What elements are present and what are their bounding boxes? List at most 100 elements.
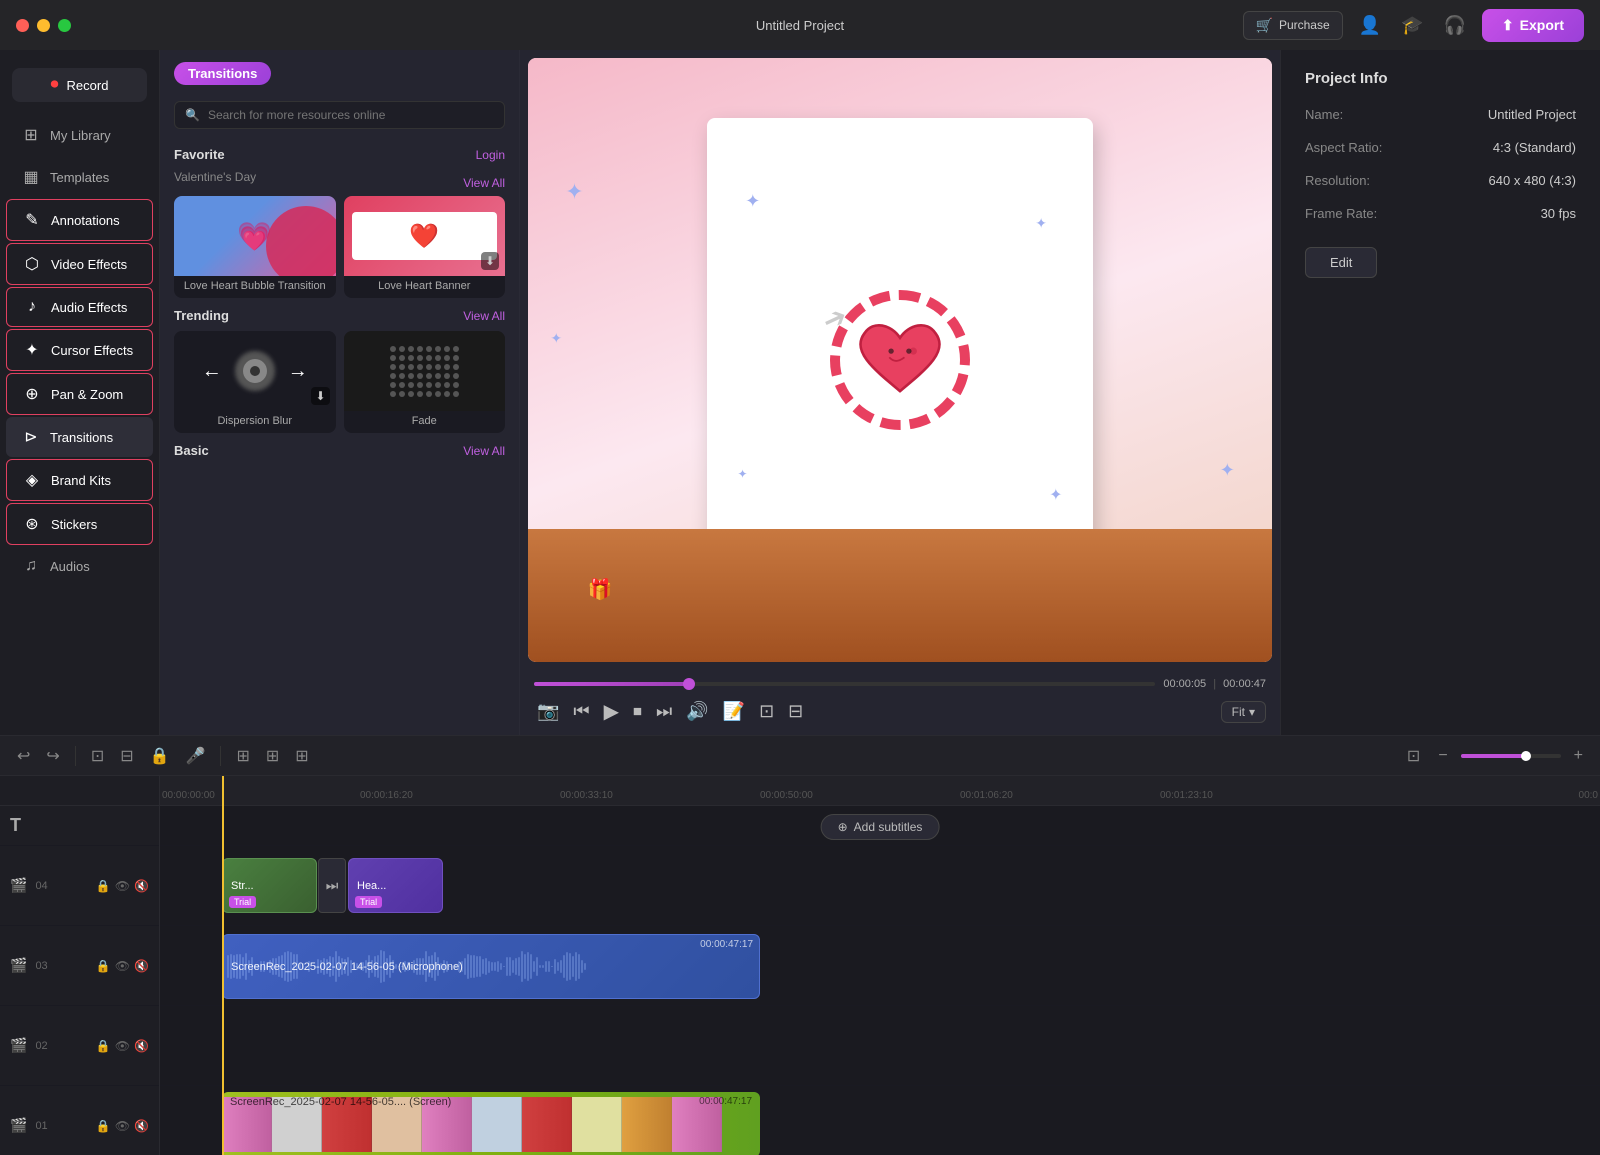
eye-icon-01[interactable]: 👁 [115,1119,130,1133]
fast-forward-button[interactable]: ⏭ [653,698,675,725]
split-button[interactable]: ⊟ [115,743,138,769]
fade-label: Fade [344,411,506,433]
search-bar[interactable]: 🔍 [174,101,505,129]
layout-button-2[interactable]: ⊟ [785,698,806,725]
play-button[interactable]: ▶ [601,696,622,727]
toolbar-divider-1 [75,746,76,766]
screenshot-button[interactable]: 📷 [534,698,562,725]
preview-controls: 00:00:05 | 00:00:47 📷 ⏮ ▶ ⏹ ⏭ 🔊 📝 ⊡ ⊟ Fi… [520,670,1280,735]
redo-button[interactable]: ↪ [41,743,64,769]
lock-icon-03[interactable]: 🔒 [96,959,111,973]
record-dot-icon: ⏺ [51,76,59,94]
cart-icon: 🛒 [1256,17,1273,34]
undo-button[interactable]: ↩ [12,743,35,769]
thumb-dispersion[interactable]: ← → [174,331,336,433]
sidebar-item-cursor-effects[interactable]: ✦ Cursor Effects [6,329,153,371]
mute-icon-03[interactable]: 🔇 [134,959,149,973]
lock-icon-02[interactable]: 🔒 [96,1039,111,1053]
thumb-fade[interactable]: Fade [344,331,506,433]
graduation-icon-button[interactable]: 🎓 [1397,11,1427,40]
eye-icon-03[interactable]: 👁 [115,959,130,973]
thumb-heart-banner[interactable]: ❤️ ⬇ Love Heart Banner [344,196,506,298]
mic-button[interactable]: 🎤 [181,743,211,769]
zoom-track[interactable] [1461,754,1561,758]
resolution-value: 640 x 480 (4:3) [1489,173,1576,188]
fit-selector[interactable]: Fit ▾ [1221,701,1266,723]
lock-button[interactable]: 🔒 [145,743,175,769]
progress-track[interactable] [534,682,1155,686]
panel-scroll: Favorite Login Valentine's Day View All … [160,137,519,735]
rewind-button[interactable]: ⏮ [570,698,592,725]
time-current: 00:00:05 [1163,678,1206,690]
zoom-thumb [1521,751,1531,761]
clip-audio-mic[interactable]: ScreenRec_2025-02-07 14-56-05 (Microphon… [222,934,760,999]
ruler-spacer [0,776,159,806]
search-input[interactable] [208,108,494,122]
stop-button[interactable]: ⏹ [630,698,645,725]
sidebar-item-transitions[interactable]: ⊳ Transitions [6,417,153,457]
trial-badge-2: Trial [355,896,382,908]
export-button[interactable]: ⬆ Export [1482,9,1584,42]
clip-screen[interactable]: ScreenRec_2025-02-07 14-56-05.... (Scree… [222,1092,760,1155]
heart-banner-label: Love Heart Banner [344,276,506,298]
track-01-num: 01 [35,1120,55,1132]
sidebar-item-video-effects[interactable]: ⬡ Video Effects [6,243,153,285]
zoom-fill [1461,754,1526,758]
sidebar-item-audios[interactable]: ♫ Audios [6,547,153,585]
eye-icon[interactable]: 👁 [115,879,130,893]
headset-icon-button[interactable]: 🎧 [1440,11,1470,40]
clip-stru-label: Str... [231,880,254,892]
trial-badge-1: Trial [229,896,256,908]
purchase-button[interactable]: 🛒 Purchase [1243,11,1343,40]
sidebar-item-audio-effects[interactable]: ♪ Audio Effects [6,287,153,327]
sidebar-item-label: Stickers [51,517,97,532]
zoom-out-button[interactable]: − [1433,744,1452,768]
edit-button[interactable]: Edit [1305,247,1377,278]
sidebar-item-my-library[interactable]: ⊞ My Library [6,115,153,155]
login-link[interactable]: Login [476,148,505,162]
sidebar-item-pan-zoom[interactable]: ⊕ Pan & Zoom [6,373,153,415]
mute-icon-02[interactable]: 🔇 [134,1039,149,1053]
close-traffic-btn[interactable] [16,19,29,32]
sidebar-item-stickers[interactable]: ⊛ Stickers [6,503,153,545]
sidebar-item-brand-kits[interactable]: ◈ Brand Kits [6,459,153,501]
track-tool-1[interactable]: ⊞ [231,743,254,769]
floor-items: 🎁 [588,577,613,602]
fullscreen-traffic-btn[interactable] [58,19,71,32]
trending-view-all[interactable]: View All [463,309,505,323]
lock-icon[interactable]: 🔒 [96,879,111,893]
name-label: Name: [1305,107,1343,122]
track-tool-2[interactable]: ⊞ [261,743,284,769]
clip-stru[interactable]: Str... Trial [222,858,317,913]
caption-button[interactable]: 📝 [720,698,748,725]
thumb-heart-bubble[interactable]: 💗 Love Heart Bubble Transition [174,196,336,298]
layout-button-1[interactable]: ⊡ [756,698,777,725]
record-button[interactable]: ⏺ Record [12,68,147,102]
transitions-icon: ⊳ [22,427,40,447]
lock-icon-01[interactable]: 🔒 [96,1119,111,1133]
add-subtitles-button[interactable]: ⊕ Add subtitles [821,814,940,840]
user-icon-button[interactable]: 👤 [1355,11,1385,40]
panel-header: Transitions [160,50,519,93]
track-tool-3[interactable]: ⊞ [290,743,313,769]
track-01-icon: 🎬 [10,1117,27,1134]
crop-button[interactable]: ⊡ [86,743,109,769]
sidebar-item-annotations[interactable]: ✎ Annotations [6,199,153,241]
export-label: Export [1520,17,1564,33]
mute-icon[interactable]: 🔇 [134,879,149,893]
clip-hea[interactable]: Hea... Trial [348,858,443,913]
valentines-view-all[interactable]: View All [463,176,505,190]
screen-clip-duration: 00:00:47:17 [699,1096,752,1107]
basic-view-all[interactable]: View All [463,444,505,458]
volume-button[interactable]: 🔊 [683,698,711,725]
text-track-icon: T [10,815,21,836]
add-subtitles-label: Add subtitles [854,820,923,834]
timeline-fit-button[interactable]: ⊡ [1402,743,1425,769]
playhead[interactable]: JC [222,776,224,1155]
track-labels: T 🎬 04 🔒 👁 🔇 🎬 03 🔒 👁 🔇 [0,776,160,1155]
eye-icon-02[interactable]: 👁 [115,1039,130,1053]
mute-icon-01[interactable]: 🔇 [134,1119,149,1133]
minimize-traffic-btn[interactable] [37,19,50,32]
zoom-in-button[interactable]: + [1569,744,1588,768]
sidebar-item-templates[interactable]: ▦ Templates [6,157,153,197]
